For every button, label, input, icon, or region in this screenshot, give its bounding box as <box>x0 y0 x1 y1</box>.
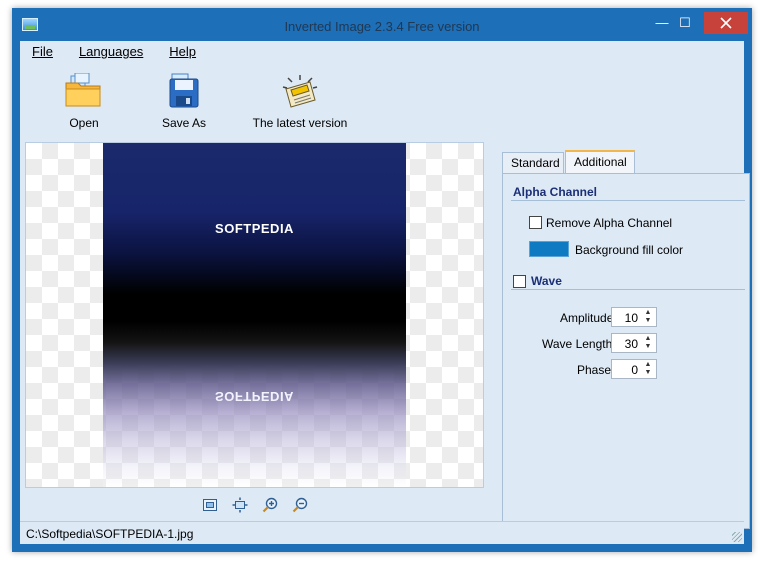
spinner-arrows-icon[interactable]: ▲ ▼ <box>641 361 655 377</box>
close-icon <box>720 17 732 29</box>
title-bar[interactable]: Inverted Image 2.3.4 Free version — ☐ <box>12 8 752 42</box>
open-label: Open <box>69 116 99 130</box>
menu-help[interactable]: Help <box>169 41 196 63</box>
background-fill-color-swatch[interactable] <box>529 241 569 257</box>
amplitude-value[interactable]: 10 <box>625 311 638 325</box>
image-text: SOFTPEDIA <box>215 221 294 236</box>
divider <box>511 289 745 290</box>
settings-panel: Standard Additional Alpha Channel Remove… <box>500 142 750 529</box>
save-as-button[interactable]: Save As <box>154 73 214 130</box>
wave-length-spinner[interactable]: 30 ▲ ▼ <box>611 333 657 353</box>
tab-standard[interactable]: Standard <box>502 152 564 174</box>
spinner-arrows-icon[interactable]: ▲ ▼ <box>641 309 655 325</box>
wave-heading[interactable]: Wave <box>531 274 562 288</box>
latest-version-label: The latest version <box>252 116 348 130</box>
spinner-arrows-icon[interactable]: ▲ ▼ <box>641 335 655 351</box>
phase-label: Phase <box>577 363 612 377</box>
status-bar: C:\Softpedia\SOFTPEDIA-1.jpg <box>20 521 744 544</box>
image-canvas[interactable]: SOFTPEDIA SOFTPEDIA <box>25 142 484 488</box>
zoom-in-icon[interactable] <box>262 497 278 513</box>
latest-version-button[interactable]: The latest version <box>250 73 350 130</box>
amplitude-label: Amplitude <box>560 311 614 325</box>
open-button[interactable]: Open <box>56 72 112 130</box>
extra-newspaper-icon <box>282 75 318 108</box>
floppy-icon <box>169 73 199 108</box>
wave-length-value[interactable]: 30 <box>625 337 638 351</box>
menu-bar: File Languages Help <box>20 41 744 63</box>
wave-checkbox[interactable] <box>513 275 526 288</box>
alpha-channel-heading: Alpha Channel <box>513 185 598 199</box>
status-file-path: C:\Softpedia\SOFTPEDIA-1.jpg <box>26 527 194 541</box>
amplitude-spinner[interactable]: 10 ▲ ▼ <box>611 307 657 327</box>
tab-additional[interactable]: Additional <box>565 150 635 174</box>
background-fill-label: Background fill color <box>575 243 684 257</box>
phase-spinner[interactable]: 0 ▲ ▼ <box>611 359 657 379</box>
preview-image: SOFTPEDIA SOFTPEDIA <box>103 143 406 487</box>
maximize-button[interactable]: ☐ <box>675 12 695 34</box>
zoom-out-icon[interactable] <box>292 497 308 513</box>
menu-file[interactable]: File <box>32 41 53 63</box>
folder-icon <box>65 72 101 107</box>
close-button[interactable] <box>704 12 748 34</box>
remove-alpha-checkbox[interactable] <box>529 216 542 229</box>
save-as-label: Save As <box>161 116 207 130</box>
fit-icon[interactable] <box>202 497 218 513</box>
minimize-button[interactable]: — <box>652 12 672 34</box>
window-title: Inverted Image 2.3.4 Free version <box>284 19 480 34</box>
remove-alpha-label[interactable]: Remove Alpha Channel <box>546 216 672 230</box>
additional-tab-page: Alpha Channel Remove Alpha Channel Backg… <box>502 173 750 529</box>
actual-size-icon[interactable] <box>232 497 248 513</box>
image-text-reflection: SOFTPEDIA <box>215 389 294 404</box>
phase-value[interactable]: 0 <box>631 363 638 377</box>
app-window: Inverted Image 2.3.4 Free version — ☐ Fi… <box>12 8 752 552</box>
divider <box>511 200 745 201</box>
zoom-toolbar <box>25 488 484 520</box>
client-area: SOFTPEDIA SOFTPEDIA Standard Additional … <box>20 140 750 529</box>
wave-length-label: Wave Length <box>542 337 613 351</box>
menu-languages[interactable]: Languages <box>79 41 143 63</box>
toolbar: Open Save As The latest version <box>20 63 744 140</box>
resize-grip-icon[interactable] <box>732 532 742 542</box>
